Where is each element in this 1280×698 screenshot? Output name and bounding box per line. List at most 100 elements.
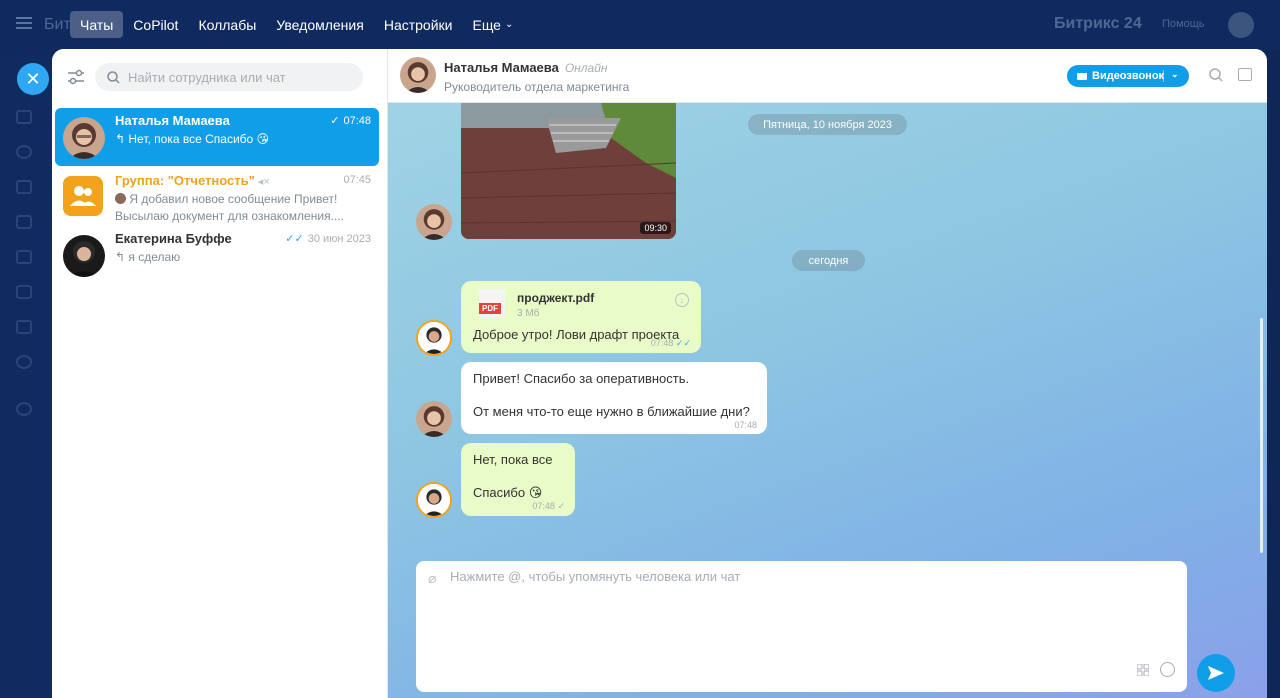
- sidebar-messenger-icon: [16, 180, 32, 194]
- chat-item[interactable]: Екатерина Буффе ✓✓ 30 июн 2023 ↰ я сделаю: [55, 226, 379, 284]
- message-time: 07:48 ✓✓: [650, 338, 691, 348]
- photo-image: [461, 103, 676, 239]
- help-link[interactable]: Помощь: [1162, 18, 1205, 30]
- message-input[interactable]: [450, 569, 1150, 669]
- avatar: [63, 117, 105, 159]
- my-avatar[interactable]: [416, 320, 452, 356]
- read-double-check-icon: ✓✓: [675, 338, 691, 348]
- camera-icon: [1077, 72, 1087, 80]
- nav-chats[interactable]: Чаты: [70, 11, 124, 38]
- sidebar-users-icon: [16, 215, 32, 229]
- video-call-label: Видеозвонок: [1092, 70, 1165, 82]
- message-bubble[interactable]: Привет! Спасибо за оперативность. От мен…: [461, 362, 767, 434]
- sidebar-feed-icon: [16, 110, 32, 124]
- chevron-down-icon: ⌄: [504, 19, 514, 30]
- group-avatar: [63, 176, 103, 216]
- photo-message[interactable]: 09:30: [461, 103, 676, 239]
- chat-item[interactable]: Наталья Мамаева ✓ 07:48 ↰ Нет, пока все С…: [55, 108, 379, 166]
- mute-icon: ◂×: [254, 176, 270, 188]
- chat-preview-text: я сделаю: [128, 250, 181, 264]
- close-messenger-button[interactable]: ✕: [17, 63, 49, 95]
- emoji-icon[interactable]: [1160, 662, 1175, 677]
- nav-notifications[interactable]: Уведомления: [266, 11, 374, 38]
- message-bubble[interactable]: Нет, пока все Спасибо 😘 07:48 ✓: [461, 443, 575, 516]
- reply-icon: ↰: [115, 250, 129, 264]
- message-composer: ⌀: [416, 561, 1187, 692]
- read-double-check-icon: ✓✓: [285, 233, 304, 245]
- chat-time: ✓ 07:48: [330, 114, 371, 127]
- apps-icon[interactable]: [1137, 664, 1149, 676]
- mini-avatar: [115, 193, 126, 204]
- message-line: От меня что-то еще нужно в ближайшие дни…: [473, 404, 750, 419]
- chat-time: 07:45: [343, 174, 371, 186]
- read-check-icon: ✓: [330, 115, 340, 127]
- chat-name: Наталья Мамаева: [115, 113, 230, 128]
- online-status: Онлайн: [564, 61, 608, 75]
- chat-preview-line1: Я добавил новое сообщение Привет!: [129, 192, 338, 206]
- sidebar-docs-icon: [16, 320, 32, 334]
- chat-preview: ↰ Нет, пока все Спасибо 😘: [115, 131, 365, 148]
- chat-preview: Я добавил новое сообщение Привет! Высыла…: [115, 191, 365, 225]
- nav-more-label: Еще: [472, 16, 501, 33]
- conversation-subtitle: Руководитель отдела маркетинга: [444, 80, 630, 94]
- main-nav: Чаты CoPilot Коллабы Уведомления Настрой…: [70, 11, 523, 38]
- message-time: 07:48: [734, 420, 757, 430]
- search-box[interactable]: [95, 63, 363, 91]
- date-separator: Пятница, 10 ноября 2023: [748, 114, 907, 135]
- sidebar-mail-icon: [16, 250, 32, 264]
- close-icon: ✕: [25, 68, 41, 89]
- scrollbar[interactable]: [1260, 318, 1263, 553]
- top-bar: Бит Чаты CoPilot Коллабы Уведомления Нас…: [0, 0, 1280, 50]
- chat-preview-line2: Высылаю документ для ознакомления....: [115, 209, 344, 223]
- file-name: проджект.pdf: [517, 291, 595, 305]
- sender-avatar[interactable]: [416, 204, 452, 240]
- message-time: 07:48 ✓: [532, 501, 565, 511]
- sidebar-tasks-icon: [16, 145, 32, 159]
- chat-preview: ↰ я сделаю: [115, 249, 365, 266]
- read-check-icon: ✓: [557, 501, 565, 511]
- group-icon: [70, 186, 96, 206]
- reply-icon: ↰: [115, 132, 129, 146]
- filter-icon[interactable]: [66, 67, 86, 87]
- sender-avatar[interactable]: [416, 401, 452, 437]
- chevron-down-icon[interactable]: ⌄: [1171, 69, 1179, 80]
- brand-logo: Битрикс 24: [1054, 15, 1142, 32]
- chat-name: Екатерина Буффе: [115, 231, 232, 246]
- avatar[interactable]: [400, 57, 436, 93]
- chat-name: Группа: "Отчетность" ◂×: [115, 173, 270, 188]
- nav-copilot[interactable]: CoPilot: [123, 11, 188, 38]
- video-call-button[interactable]: Видеозвонок ⌄: [1067, 65, 1189, 87]
- side-panel-icon[interactable]: [1238, 68, 1252, 81]
- chat-list: Наталья Мамаева ✓07:48 ↰ Нет, пока все С…: [52, 49, 388, 698]
- message-line: Нет, пока все: [473, 452, 553, 467]
- nav-settings[interactable]: Настройки: [374, 11, 463, 38]
- chat-name-text: Группа: "Отчетность": [115, 173, 255, 188]
- send-button[interactable]: [1197, 654, 1235, 692]
- chat-item[interactable]: Группа: "Отчетность" ◂× 07:45 Я добавил …: [55, 168, 379, 226]
- nav-collabs[interactable]: Коллабы: [188, 11, 266, 38]
- sidebar-calendar-icon: [16, 285, 32, 299]
- message-line: Привет! Спасибо за оперативность.: [473, 371, 690, 386]
- nav-more[interactable]: Еще ⌄: [462, 11, 523, 38]
- send-icon: [1208, 666, 1224, 680]
- search-icon[interactable]: [1208, 67, 1224, 83]
- message-bubble[interactable]: PDF проджект.pdf 3 Мб ↓ Доброе утро! Лов…: [461, 281, 701, 353]
- download-icon[interactable]: ↓: [675, 293, 689, 307]
- sidebar-sites-icon: [16, 355, 32, 369]
- menu-icon[interactable]: [16, 17, 32, 29]
- sidebar-settings-icon: [16, 402, 32, 416]
- message-line: Спасибо 😘: [473, 485, 543, 500]
- avatar: [63, 235, 105, 277]
- user-avatar[interactable]: [1228, 12, 1254, 38]
- brand-logo-left: Бит: [44, 16, 71, 33]
- conversation-title[interactable]: Наталья Мамаева Онлайн: [444, 60, 608, 75]
- divider: [1163, 70, 1164, 82]
- chat-time-text: 07:48: [343, 115, 371, 127]
- file-size: 3 Мб: [517, 308, 540, 319]
- file-attachment[interactable]: PDF проджект.pdf 3 Мб: [473, 289, 653, 321]
- conversation-name: Наталья Мамаева: [444, 60, 559, 75]
- chat-preview-text: Нет, пока все Спасибо 😘: [128, 132, 270, 146]
- my-avatar[interactable]: [416, 482, 452, 518]
- search-input[interactable]: [128, 69, 348, 85]
- attach-icon[interactable]: ⌀: [428, 570, 436, 587]
